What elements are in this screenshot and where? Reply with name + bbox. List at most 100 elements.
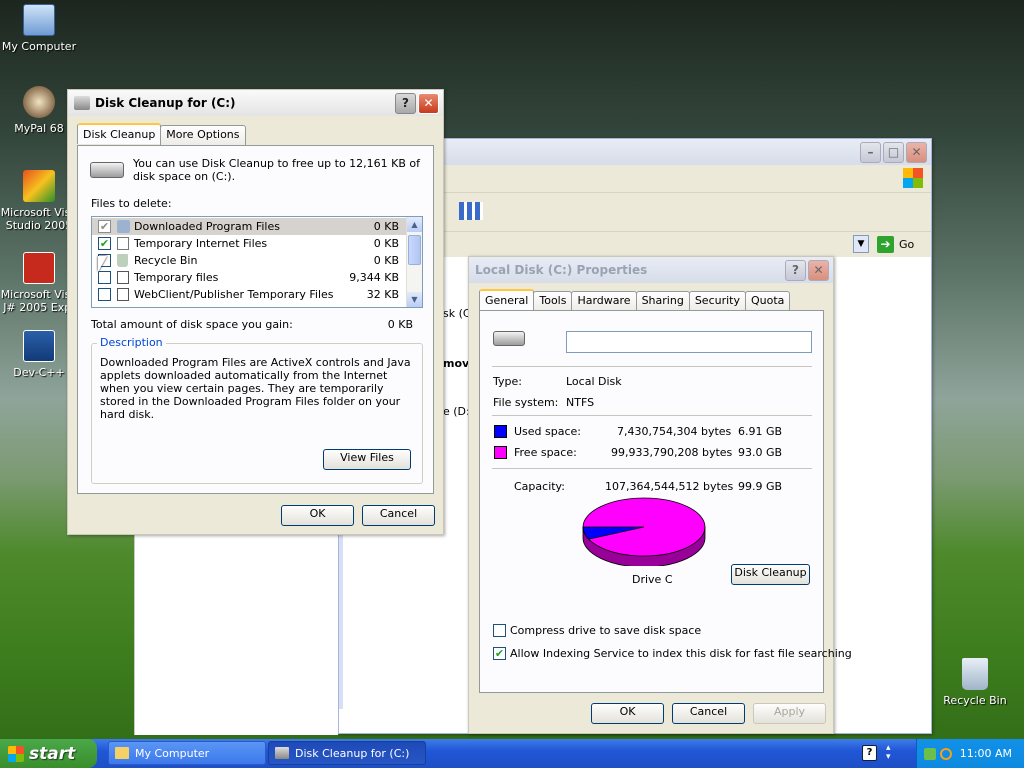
close-button[interactable]: ✕ (418, 92, 439, 114)
windows-flag-icon (8, 745, 24, 762)
ok-button[interactable]: OK (591, 703, 664, 724)
scroll-thumb[interactable] (408, 235, 421, 265)
compress-checkbox[interactable] (493, 624, 506, 637)
desktop-icon-label: Microsoft Visu Studio 2005 (0, 206, 78, 232)
drive-label: Drive C (632, 573, 673, 586)
recycle-bin-small-icon (117, 254, 128, 267)
file-row[interactable]: Temporary files 9,344 KB (92, 269, 407, 286)
maximize-button[interactable]: □ (883, 141, 904, 163)
disk-cleanup-titlebar[interactable]: Disk Cleanup for (C:) ? ✕ (68, 90, 443, 116)
total-label: Total amount of disk space you gain: (91, 318, 293, 331)
windows-logo-icon (903, 168, 923, 188)
go-icon[interactable]: ➔ (877, 236, 894, 253)
file-checkbox[interactable]: ✔ (98, 220, 111, 233)
disk-cleanup-title: Disk Cleanup for (C:) (95, 96, 236, 110)
drive-fragment: e (D: (443, 405, 470, 418)
free-gb: 93.0 GB (738, 446, 783, 459)
indexing-label[interactable]: Allow Indexing Service to index this dis… (510, 647, 852, 660)
disk-cleanup-icon (275, 747, 289, 759)
view-files-button[interactable]: View Files (323, 449, 411, 470)
cancel-button[interactable]: Cancel (362, 505, 435, 526)
help-button[interactable]: ? (785, 259, 806, 281)
tab-hardware[interactable]: Hardware (571, 291, 637, 312)
search-icon[interactable] (939, 747, 952, 760)
free-color-swatch (494, 446, 507, 459)
tab-tools[interactable]: Tools (533, 291, 573, 312)
cancel-button[interactable]: Cancel (672, 703, 745, 724)
tab-disk-cleanup[interactable]: Disk Cleanup (77, 123, 162, 144)
tab-security[interactable]: Security (688, 291, 746, 312)
file-checkbox[interactable]: ✔ (98, 237, 111, 250)
file-checkbox[interactable] (98, 271, 111, 284)
desktop-icon-recycle-bin[interactable]: Recycle Bin (936, 658, 1014, 707)
file-size: 32 KB (366, 288, 399, 301)
desktop-icon-label: Recycle Bin (943, 694, 1007, 707)
start-button[interactable]: start (0, 739, 97, 768)
drive-icon (90, 162, 124, 178)
fs-value: NTFS (566, 396, 595, 409)
tab-more-options[interactable]: More Options (160, 125, 246, 146)
intro-text: You can use Disk Cleanup to free up to 1… (133, 157, 421, 183)
scroll-down-arrow[interactable]: ▼ (407, 292, 422, 307)
properties-titlebar[interactable]: Local Disk (C:) Properties ? ✕ (469, 257, 833, 283)
go-button[interactable]: Go (899, 238, 914, 251)
description-text: Downloaded Program Files are ActiveX con… (100, 356, 411, 421)
help-tray-icon[interactable]: ? (862, 745, 877, 761)
tab-quota[interactable]: Quota (744, 291, 791, 312)
used-color-swatch (494, 425, 507, 438)
start-label: start (29, 743, 76, 764)
folder-icon (115, 747, 129, 759)
capacity-bytes: 107,364,544,512 bytes (605, 480, 734, 493)
indexing-checkbox[interactable]: ✔ (493, 647, 506, 660)
properties-title: Local Disk (C:) Properties (475, 263, 648, 277)
clock[interactable]: 11:00 AM (960, 747, 1012, 760)
close-button[interactable]: ✕ (808, 259, 829, 281)
ok-button[interactable]: OK (281, 505, 354, 526)
visual-studio-icon (23, 170, 55, 202)
type-value: Local Disk (566, 375, 622, 388)
program-files-icon (117, 220, 130, 233)
tab-general[interactable]: General (479, 289, 535, 310)
compress-label[interactable]: Compress drive to save disk space (510, 624, 701, 637)
tab-sharing[interactable]: Sharing (635, 291, 690, 312)
files-scrollbar[interactable]: ▲ ▼ (406, 217, 422, 307)
desktop-icon-label: Microsoft Visu J# 2005 Exp. (0, 288, 78, 314)
hidden-window-pane (134, 535, 338, 735)
file-checkbox[interactable] (98, 288, 111, 301)
taskbar-item-label: Disk Cleanup for (C:) (295, 746, 410, 760)
close-button[interactable]: ✕ (906, 141, 927, 163)
minimize-button[interactable]: – (860, 141, 881, 163)
vjsharp-icon (23, 252, 55, 284)
desktop-icon-my-computer[interactable]: My Computer (0, 4, 78, 53)
network-icon[interactable] (923, 747, 936, 760)
file-row[interactable]: WebClient/Publisher Temporary Files 32 K… (92, 286, 407, 303)
system-tray: 11:00 AM (916, 739, 1024, 768)
desktop-icon-label: My Computer (1, 40, 77, 53)
properties-dialog[interactable]: Local Disk (C:) Properties ? ✕ General T… (468, 256, 852, 734)
free-bytes: 99,933,790,208 bytes (611, 446, 733, 459)
file-name: Downloaded Program Files (134, 220, 280, 233)
file-name: WebClient/Publisher Temporary Files (134, 288, 334, 301)
file-row[interactable]: ✔ Downloaded Program Files 0 KB (92, 218, 407, 235)
recycle-bin-icon (962, 658, 988, 690)
mypal-icon (23, 86, 55, 118)
help-button[interactable]: ? (395, 92, 416, 114)
address-dropdown-button[interactable]: ▼ (853, 235, 869, 253)
description-label: Description (97, 336, 166, 349)
views-icon[interactable] (459, 202, 483, 220)
used-gb: 6.91 GB (738, 425, 783, 438)
scroll-up-arrow[interactable]: ▲ (407, 217, 422, 232)
total-value: 0 KB (387, 318, 413, 331)
file-size: 9,344 KB (349, 271, 399, 284)
files-list[interactable]: ✔ Downloaded Program Files 0 KB ✔ Tempor… (91, 216, 423, 308)
computer-icon (23, 4, 55, 36)
taskbar-item-disk-cleanup[interactable]: Disk Cleanup for (C:) (268, 741, 426, 765)
disk-cleanup-button[interactable]: Disk Cleanup (731, 564, 810, 585)
file-row[interactable]: Recycle Bin 0 KB (92, 252, 407, 269)
file-row[interactable]: ✔ Temporary Internet Files 0 KB (92, 235, 407, 252)
volume-label-input[interactable] (566, 331, 812, 353)
apply-button[interactable]: Apply (753, 703, 826, 724)
taskbar-item-my-computer[interactable]: My Computer (108, 741, 266, 765)
tray-expand-icon[interactable]: ▴ ▾ (886, 744, 891, 762)
disk-cleanup-dialog[interactable]: Disk Cleanup for (C:) ? ✕ Disk Cleanup M… (67, 89, 444, 535)
